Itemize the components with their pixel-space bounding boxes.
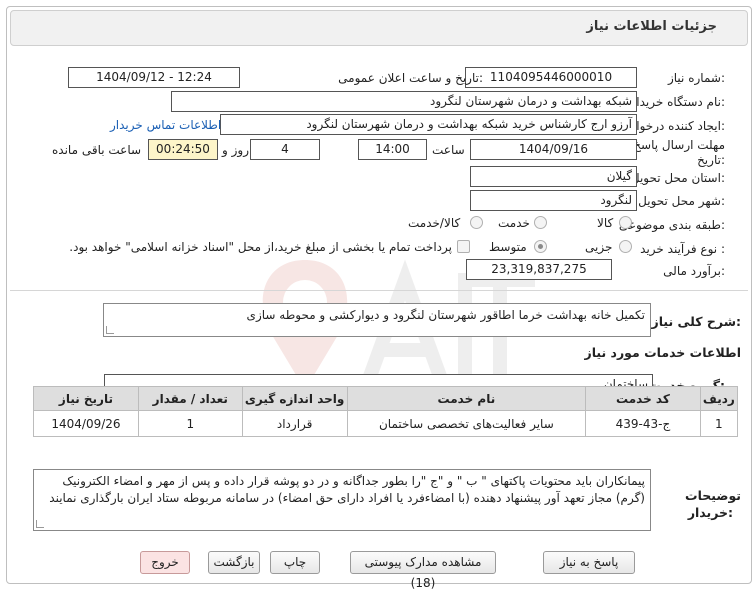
need-number-field: 1104095446000010 (465, 67, 637, 88)
deadline-time-field: 14:00 (358, 139, 427, 160)
need-number-label: شماره نیاز: (667, 71, 725, 85)
buyer-org-field: شبکه بهداشت و درمان شهرستان لنگرود (171, 91, 637, 112)
col-unit: واحد اندازه گیری (241, 386, 348, 411)
announce-date-label: تاریخ و ساعت اعلان عمومی: (338, 71, 483, 85)
creator-field: آرزو ارج کارشناس خرید شبکه بهداشت و درما… (220, 114, 637, 135)
summary-text: تکمیل خانه بهداشت خرما اطاقور شهرستان لن… (246, 308, 645, 322)
announce-date-field: 1404/09/12 - 12:24 (68, 67, 240, 88)
days-remaining-field: 4 (250, 139, 320, 160)
table-row[interactable]: 1 ج-43-439 سایر فعالیت‌های تخصصی ساختمان… (33, 410, 739, 437)
table-header-row: ردیف کد خدمت نام خدمت واحد اندازه گیری ت… (33, 386, 739, 411)
buyer-org-label: نام دستگاه خریدار: (630, 95, 726, 109)
summary-label: شرح کلی نیاز: (651, 314, 742, 329)
buyer-contact-link[interactable]: اطلاعات تماس خریدار (110, 118, 221, 132)
category-option-goods: کالا (597, 216, 614, 230)
estimate-label: برآورد مالی: (663, 264, 725, 278)
process-option-medium: متوسط (489, 240, 527, 254)
page-header: جزئیات اطلاعات نیاز (10, 10, 748, 46)
category-label: طبقه بندی موضوعی: (618, 218, 725, 232)
reply-button[interactable]: پاسخ به نیاز (543, 551, 635, 574)
col-service-name: نام خدمت (346, 386, 587, 411)
services-section-title: اطلاعات خدمات مورد نیاز (584, 345, 742, 360)
print-button[interactable]: چاپ (270, 551, 320, 574)
province-field: گیلان (470, 166, 637, 187)
treasury-payment-checkbox[interactable] (457, 240, 470, 253)
buyer-notes-text: پیمانکاران باید محتویات پاکتهای " ب " و … (49, 474, 645, 505)
estimate-field: 23,319,837,275 (466, 259, 612, 280)
category-radio-service[interactable] (534, 216, 547, 229)
divider (10, 290, 748, 291)
summary-textarea[interactable]: تکمیل خانه بهداشت خرما اطاقور شهرستان لن… (103, 303, 651, 337)
cell-need-date: 1404/09/26 (33, 410, 139, 437)
days-label: روز و (222, 143, 249, 157)
cell-service-code: ج-43-439 (585, 410, 701, 437)
process-radio-minor[interactable] (619, 240, 632, 253)
deadline-date-label: تاریخ: (697, 153, 725, 167)
attachments-button[interactable]: مشاهده مدارک پیوستی (18) (350, 551, 496, 590)
remaining-time-label: ساعت باقی مانده (52, 143, 142, 157)
col-quantity: تعداد / مقدار (137, 386, 243, 411)
exit-button[interactable]: خروج (140, 551, 190, 574)
resize-grip-icon[interactable] (106, 326, 114, 334)
col-row-number: ردیف (699, 386, 739, 411)
treasury-payment-note: پرداخت تمام یا بخشی از مبلغ خرید،از محل … (69, 240, 452, 254)
buyer-notes-label: توضیحات (685, 488, 741, 503)
city-field: لنگرود (470, 190, 637, 211)
deadline-date-field: 1404/09/16 (470, 139, 637, 160)
cell-unit: قرارداد (241, 410, 348, 437)
province-label: استان محل تحویل: (630, 171, 725, 185)
resize-grip-icon[interactable] (36, 520, 44, 528)
buyer-notes-textarea[interactable]: پیمانکاران باید محتویات پاکتهای " ب " و … (33, 469, 651, 531)
page-title: جزئیات اطلاعات نیاز (586, 19, 717, 34)
buyer-notes-label-2: خریدار: (687, 505, 733, 520)
col-need-date: تاریخ نیاز (33, 386, 139, 411)
process-option-minor: جزیی (585, 240, 613, 254)
cell-quantity: 1 (137, 410, 243, 437)
col-service-code: کد خدمت (585, 386, 701, 411)
category-radio-goods-service[interactable] (470, 216, 483, 229)
remaining-time-field: 00:24:50 (148, 139, 218, 160)
city-label: شهر محل تحویل: (638, 194, 725, 208)
category-option-goods-service: کالا/خدمت (408, 216, 461, 230)
cell-service-name: سایر فعالیت‌های تخصصی ساختمان (346, 410, 587, 437)
process-radio-medium[interactable] (534, 240, 547, 253)
category-option-service: خدمت (498, 216, 530, 230)
back-button[interactable]: بازگشت (208, 551, 260, 574)
category-radio-goods[interactable] (619, 216, 632, 229)
deadline-time-label: ساعت (432, 143, 465, 157)
cell-row-number: 1 (699, 410, 739, 437)
process-label: نوع فرآیند خرید : (640, 242, 725, 256)
services-table: ردیف کد خدمت نام خدمت واحد اندازه گیری ت… (33, 386, 739, 437)
